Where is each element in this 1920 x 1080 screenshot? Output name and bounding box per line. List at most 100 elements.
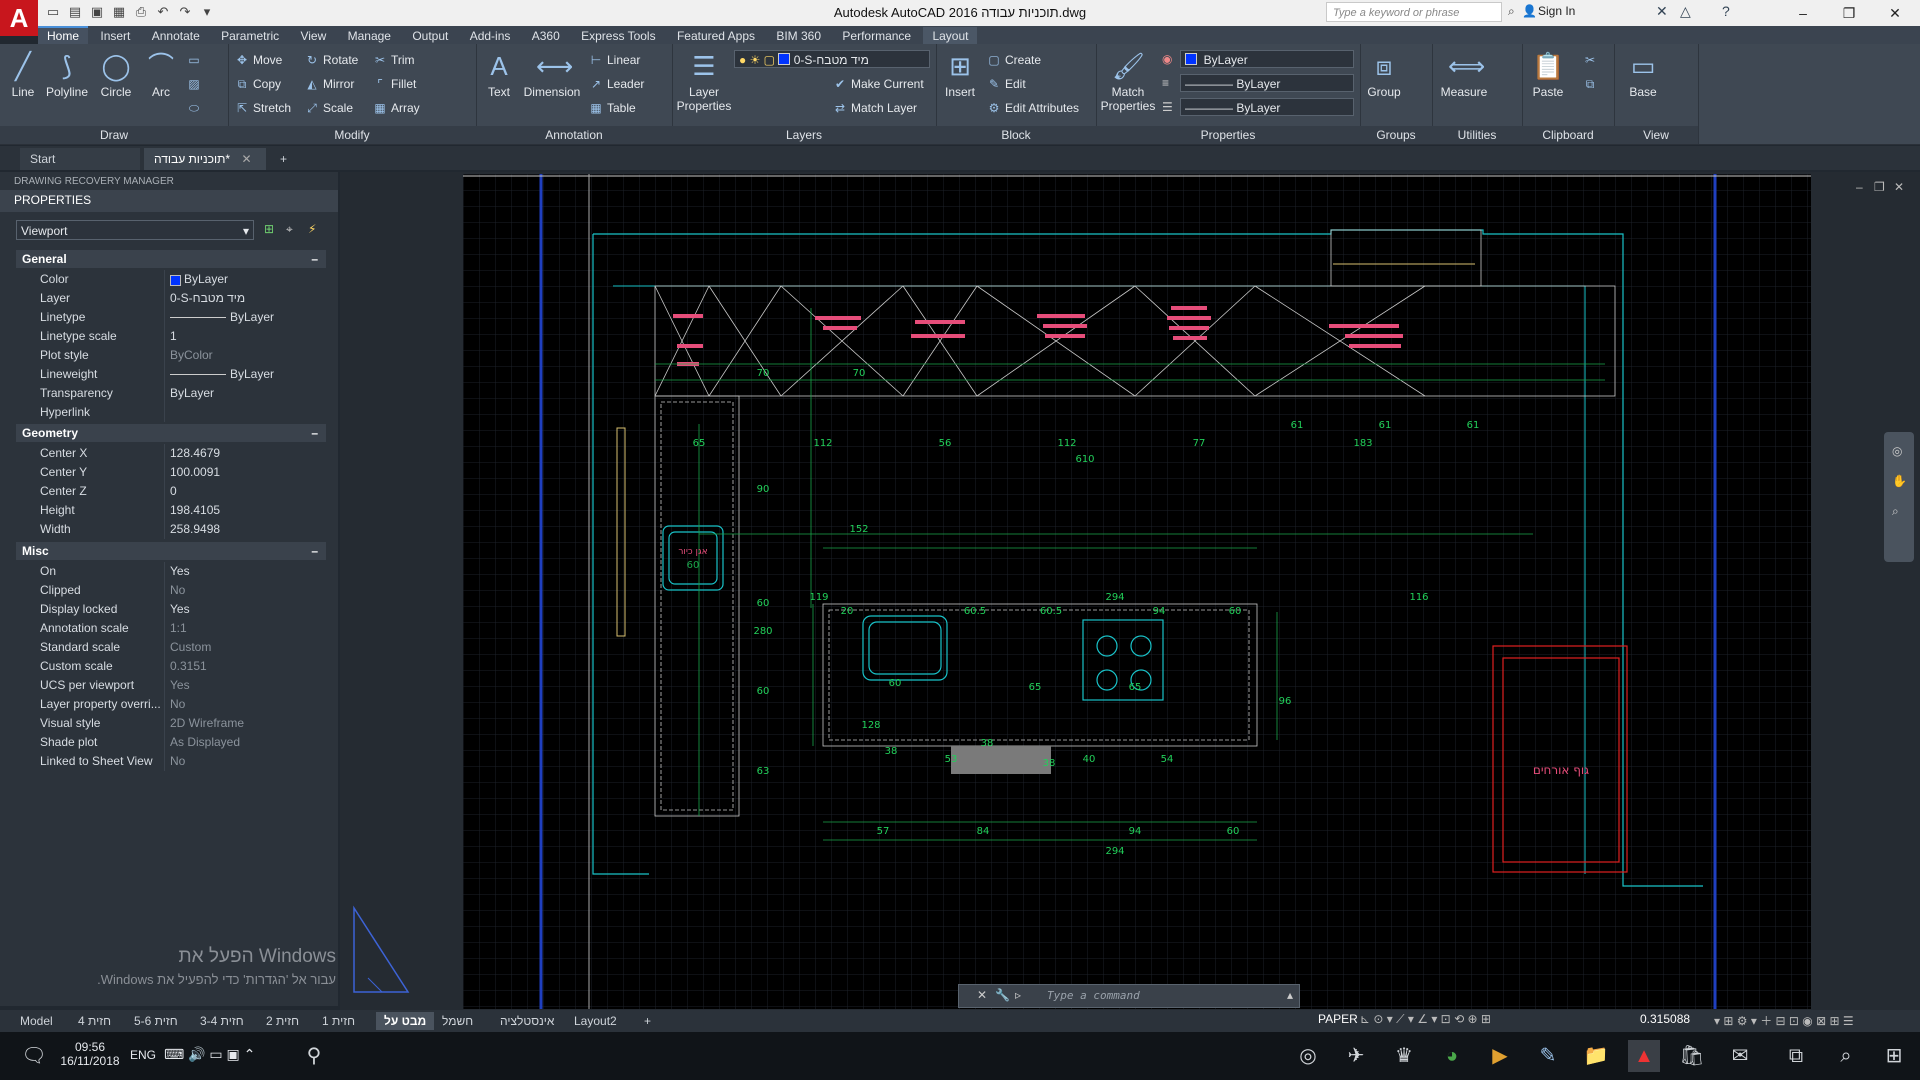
leader-button[interactable]: ↗ Leader — [588, 74, 644, 94]
save-icon[interactable]: ▣ — [88, 3, 106, 21]
chrome-icon[interactable]: ◕ — [1436, 1040, 1468, 1072]
property-row[interactable]: Transparency ByLayer — [16, 384, 326, 403]
start-tab[interactable]: Start — [20, 148, 140, 170]
close-command-icon[interactable]: ✕ — [977, 988, 987, 1002]
match-layer-button[interactable]: ⇄ Match Layer — [832, 98, 917, 118]
mail-icon[interactable]: ✉ — [1724, 1040, 1756, 1072]
redo-icon[interactable]: ↷ — [176, 3, 194, 21]
command-history-icon[interactable]: ▴ — [1287, 988, 1293, 1002]
rectangle-icon[interactable]: ▭ — [186, 50, 205, 70]
property-row[interactable]: UCS per viewport Yes — [16, 676, 326, 695]
property-value[interactable]: 128.4679 — [170, 444, 220, 463]
tab-layout2[interactable]: Layout2 — [574, 1012, 617, 1030]
table-button[interactable]: ▦ Table — [588, 98, 635, 118]
action-center-icon[interactable]: 🗨 — [18, 1040, 50, 1072]
property-value[interactable]: 1:1 — [170, 619, 187, 638]
property-row[interactable]: Width 258.9498 — [16, 520, 326, 539]
store-icon[interactable]: 🛍 — [1676, 1040, 1708, 1072]
tab-model[interactable]: Model — [20, 1012, 53, 1030]
property-value[interactable]: ByLayer — [230, 308, 274, 327]
tab-home[interactable]: Home — [38, 26, 89, 46]
copy-button[interactable]: ⧉ Copy — [234, 74, 281, 94]
exchange-icon[interactable]: ✕ — [1656, 3, 1668, 20]
annotation-panel-title[interactable]: Annotation — [476, 126, 672, 144]
select-objects-icon[interactable]: ⌖ — [286, 222, 293, 237]
a360-icon[interactable]: △ — [1680, 3, 1691, 20]
property-value[interactable]: No — [170, 752, 185, 771]
tab-elevation-5-6[interactable]: חזית 5-6 — [134, 1012, 178, 1030]
tab-manage[interactable]: Manage — [339, 27, 400, 45]
zoom-icon[interactable]: ⌕ — [1892, 504, 1899, 519]
property-row[interactable]: Shade plot As Displayed — [16, 733, 326, 752]
general-section-header[interactable]: General – — [16, 250, 326, 268]
property-row[interactable]: Standard scale Custom — [16, 638, 326, 657]
edit-attributes-button[interactable]: ⚙ Edit Attributes — [986, 98, 1079, 118]
vp-close-icon[interactable]: ✕ — [1894, 180, 1904, 194]
property-row[interactable]: Layer property overri... No — [16, 695, 326, 714]
open-icon[interactable]: ▤ — [66, 3, 84, 21]
property-value[interactable]: As Displayed — [170, 733, 240, 752]
tab-output[interactable]: Output — [403, 27, 457, 45]
stretch-button[interactable]: ⇱ Stretch — [234, 98, 291, 118]
command-line[interactable]: ✕ 🔧 ▹ Type a command ▴ — [958, 984, 1300, 1008]
view-panel-title[interactable]: View — [1614, 126, 1698, 144]
scale-button[interactable]: ⤢ Scale — [304, 98, 353, 118]
property-row[interactable]: On Yes — [16, 562, 326, 581]
property-row[interactable]: Custom scale 0.3151 — [16, 657, 326, 676]
dimension-button[interactable]: ⟷ Dimension — [520, 50, 584, 99]
make-current-button[interactable]: ✔ Make Current — [832, 74, 924, 94]
base-button[interactable]: ▭ Base — [1618, 50, 1668, 99]
measure-button[interactable]: ⟺ Measure — [1436, 50, 1492, 99]
property-value[interactable]: Yes — [170, 562, 190, 581]
property-row[interactable]: Linked to Sheet View No — [16, 752, 326, 771]
tab-plumbing[interactable]: אינסטלציה — [500, 1012, 554, 1030]
pan-icon[interactable]: ✋ — [1892, 474, 1907, 488]
clock-date[interactable]: 16/11/2018 — [60, 1054, 120, 1068]
trim-button[interactable]: ✂ Trim — [372, 50, 415, 70]
groups-panel-title[interactable]: Groups — [1360, 126, 1432, 144]
undo-icon[interactable]: ↶ — [154, 3, 172, 21]
save-as-icon[interactable]: ▦ — [110, 3, 128, 21]
property-value[interactable]: 258.9498 — [170, 520, 220, 539]
property-row[interactable]: Center X 128.4679 — [16, 444, 326, 463]
property-row[interactable]: Lineweight ByLayer — [16, 365, 326, 384]
ellipse-icon[interactable]: ⬭ — [186, 98, 205, 118]
property-value[interactable]: Custom — [170, 638, 211, 657]
move-button[interactable]: ✥ Move — [234, 50, 282, 70]
property-row[interactable]: Height 198.4105 — [16, 501, 326, 520]
vp-restore-icon[interactable]: ❐ — [1874, 180, 1885, 194]
property-value[interactable]: 0 — [170, 482, 177, 501]
property-row[interactable]: Linetype ByLayer — [16, 308, 326, 327]
tab-express-tools[interactable]: Express Tools — [572, 27, 664, 45]
property-row[interactable]: Center Y 100.0091 — [16, 463, 326, 482]
tab-insert[interactable]: Insert — [91, 27, 139, 45]
rotate-button[interactable]: ↻ Rotate — [304, 50, 358, 70]
tray-icons[interactable]: ⌨ 🔊 ▭ ▣ ⌃ — [164, 1046, 255, 1063]
close-tab-icon[interactable]: ✕ — [241, 152, 251, 166]
clock-time[interactable]: 09:56 — [60, 1040, 120, 1054]
match-properties-button[interactable]: 🖌 Match Properties — [1100, 50, 1156, 113]
tab-view[interactable]: View — [291, 27, 335, 45]
cad-drawing[interactable]: גוף אורחים אגן כיור 60 65 112 56 112 77 183 61… — [463, 174, 1811, 1009]
command-input[interactable]: Type a command — [1047, 989, 1140, 1002]
property-value[interactable]: 2D Wireframe — [170, 714, 244, 733]
app-icon-3[interactable]: ♛ — [1388, 1040, 1420, 1072]
status-icons-right[interactable]: ▾ ⊞ ⚙ ▾ ＋ ⊟ ⊡ ◉ ⊠ ⊞ ☰ — [1714, 1012, 1854, 1029]
group-button[interactable]: ⧈ Group — [1364, 50, 1404, 99]
edit-block-button[interactable]: ✎ Edit — [986, 74, 1026, 94]
misc-section-header[interactable]: Misc – — [16, 542, 326, 560]
block-panel-title[interactable]: Block — [936, 126, 1096, 144]
property-row[interactable]: Annotation scale 1:1 — [16, 619, 326, 638]
create-block-button[interactable]: ▢ Create — [986, 50, 1041, 70]
collapse-icon[interactable]: – — [311, 542, 318, 560]
copy-clip-icon[interactable]: ⧉ — [1582, 74, 1601, 94]
tab-electric[interactable]: חשמל — [442, 1012, 473, 1030]
tab-top-view[interactable]: מבט על — [376, 1012, 435, 1030]
property-value[interactable]: Yes — [170, 600, 190, 619]
tab-performance[interactable]: Performance — [833, 27, 920, 45]
steering-wheel-icon[interactable]: ◎ — [1892, 444, 1902, 458]
array-button[interactable]: ▦ Array — [372, 98, 419, 118]
arc-button[interactable]: ⌒ Arc — [144, 50, 178, 99]
property-value[interactable]: 198.4105 — [170, 501, 220, 520]
plot-icon[interactable]: ⎙ — [132, 3, 150, 21]
